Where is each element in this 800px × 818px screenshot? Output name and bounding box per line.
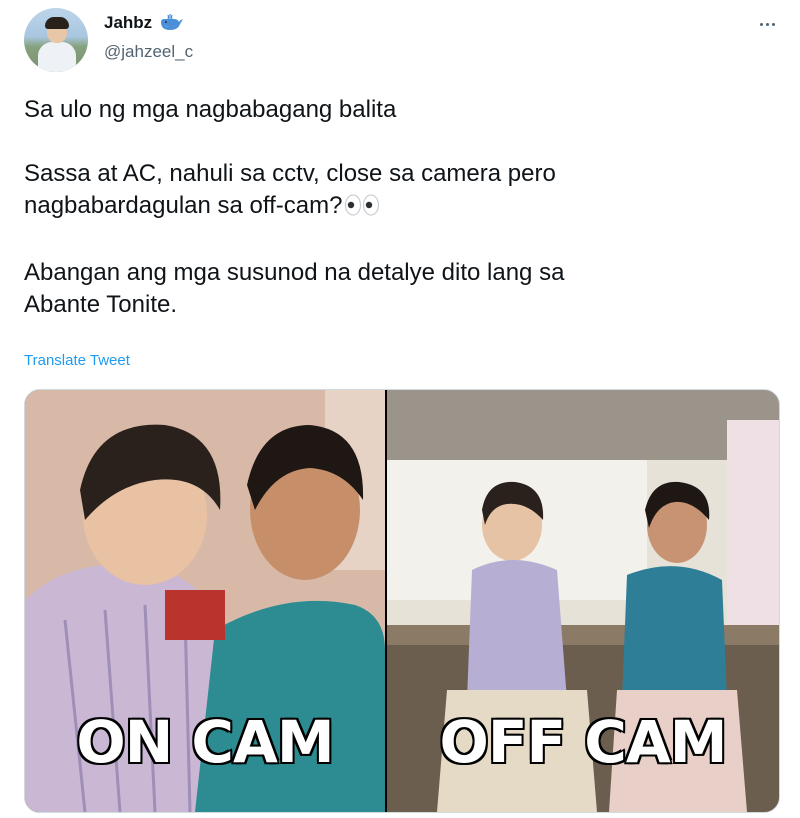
off-cam-caption: OFF CAM [438, 707, 729, 778]
translate-tweet-link[interactable]: Translate Tweet [24, 352, 130, 369]
author-handle[interactable]: @jahzeel_c [104, 42, 193, 62]
author-display-name[interactable]: Jahbz [104, 13, 152, 33]
eyes-emoji-icon [344, 193, 380, 225]
media-image[interactable]: ON CAM OFF CAM [24, 389, 780, 813]
more-options-icon[interactable] [754, 14, 780, 34]
tweet-line-4: Abangan ang mga susunod na detalye dito … [24, 259, 565, 286]
avatar-hair [45, 17, 69, 29]
tweet-line-1: Sa ulo ng mga nagbabagang balita [24, 96, 397, 123]
author-name-row[interactable]: Jahbz [104, 13, 184, 33]
tweet-text: Sa ulo ng mga nagbabagang balita Sassa a… [24, 94, 764, 321]
tweet-line-5: Abante Tonite. [24, 291, 178, 318]
avatar[interactable] [24, 8, 88, 72]
whale-icon [158, 13, 184, 33]
on-cam-panel: ON CAM [25, 390, 385, 812]
avatar-body [38, 42, 76, 72]
tweet-line-2: Sassa at AC, nahuli sa cctv, close sa ca… [24, 160, 556, 187]
off-cam-panel: OFF CAM [387, 390, 779, 812]
on-cam-caption: ON CAM [75, 707, 336, 778]
tweet-line-3-text: nagbabardagulan sa off-cam? [24, 192, 343, 219]
tweet-line-3: nagbabardagulan sa off-cam? [24, 190, 764, 225]
